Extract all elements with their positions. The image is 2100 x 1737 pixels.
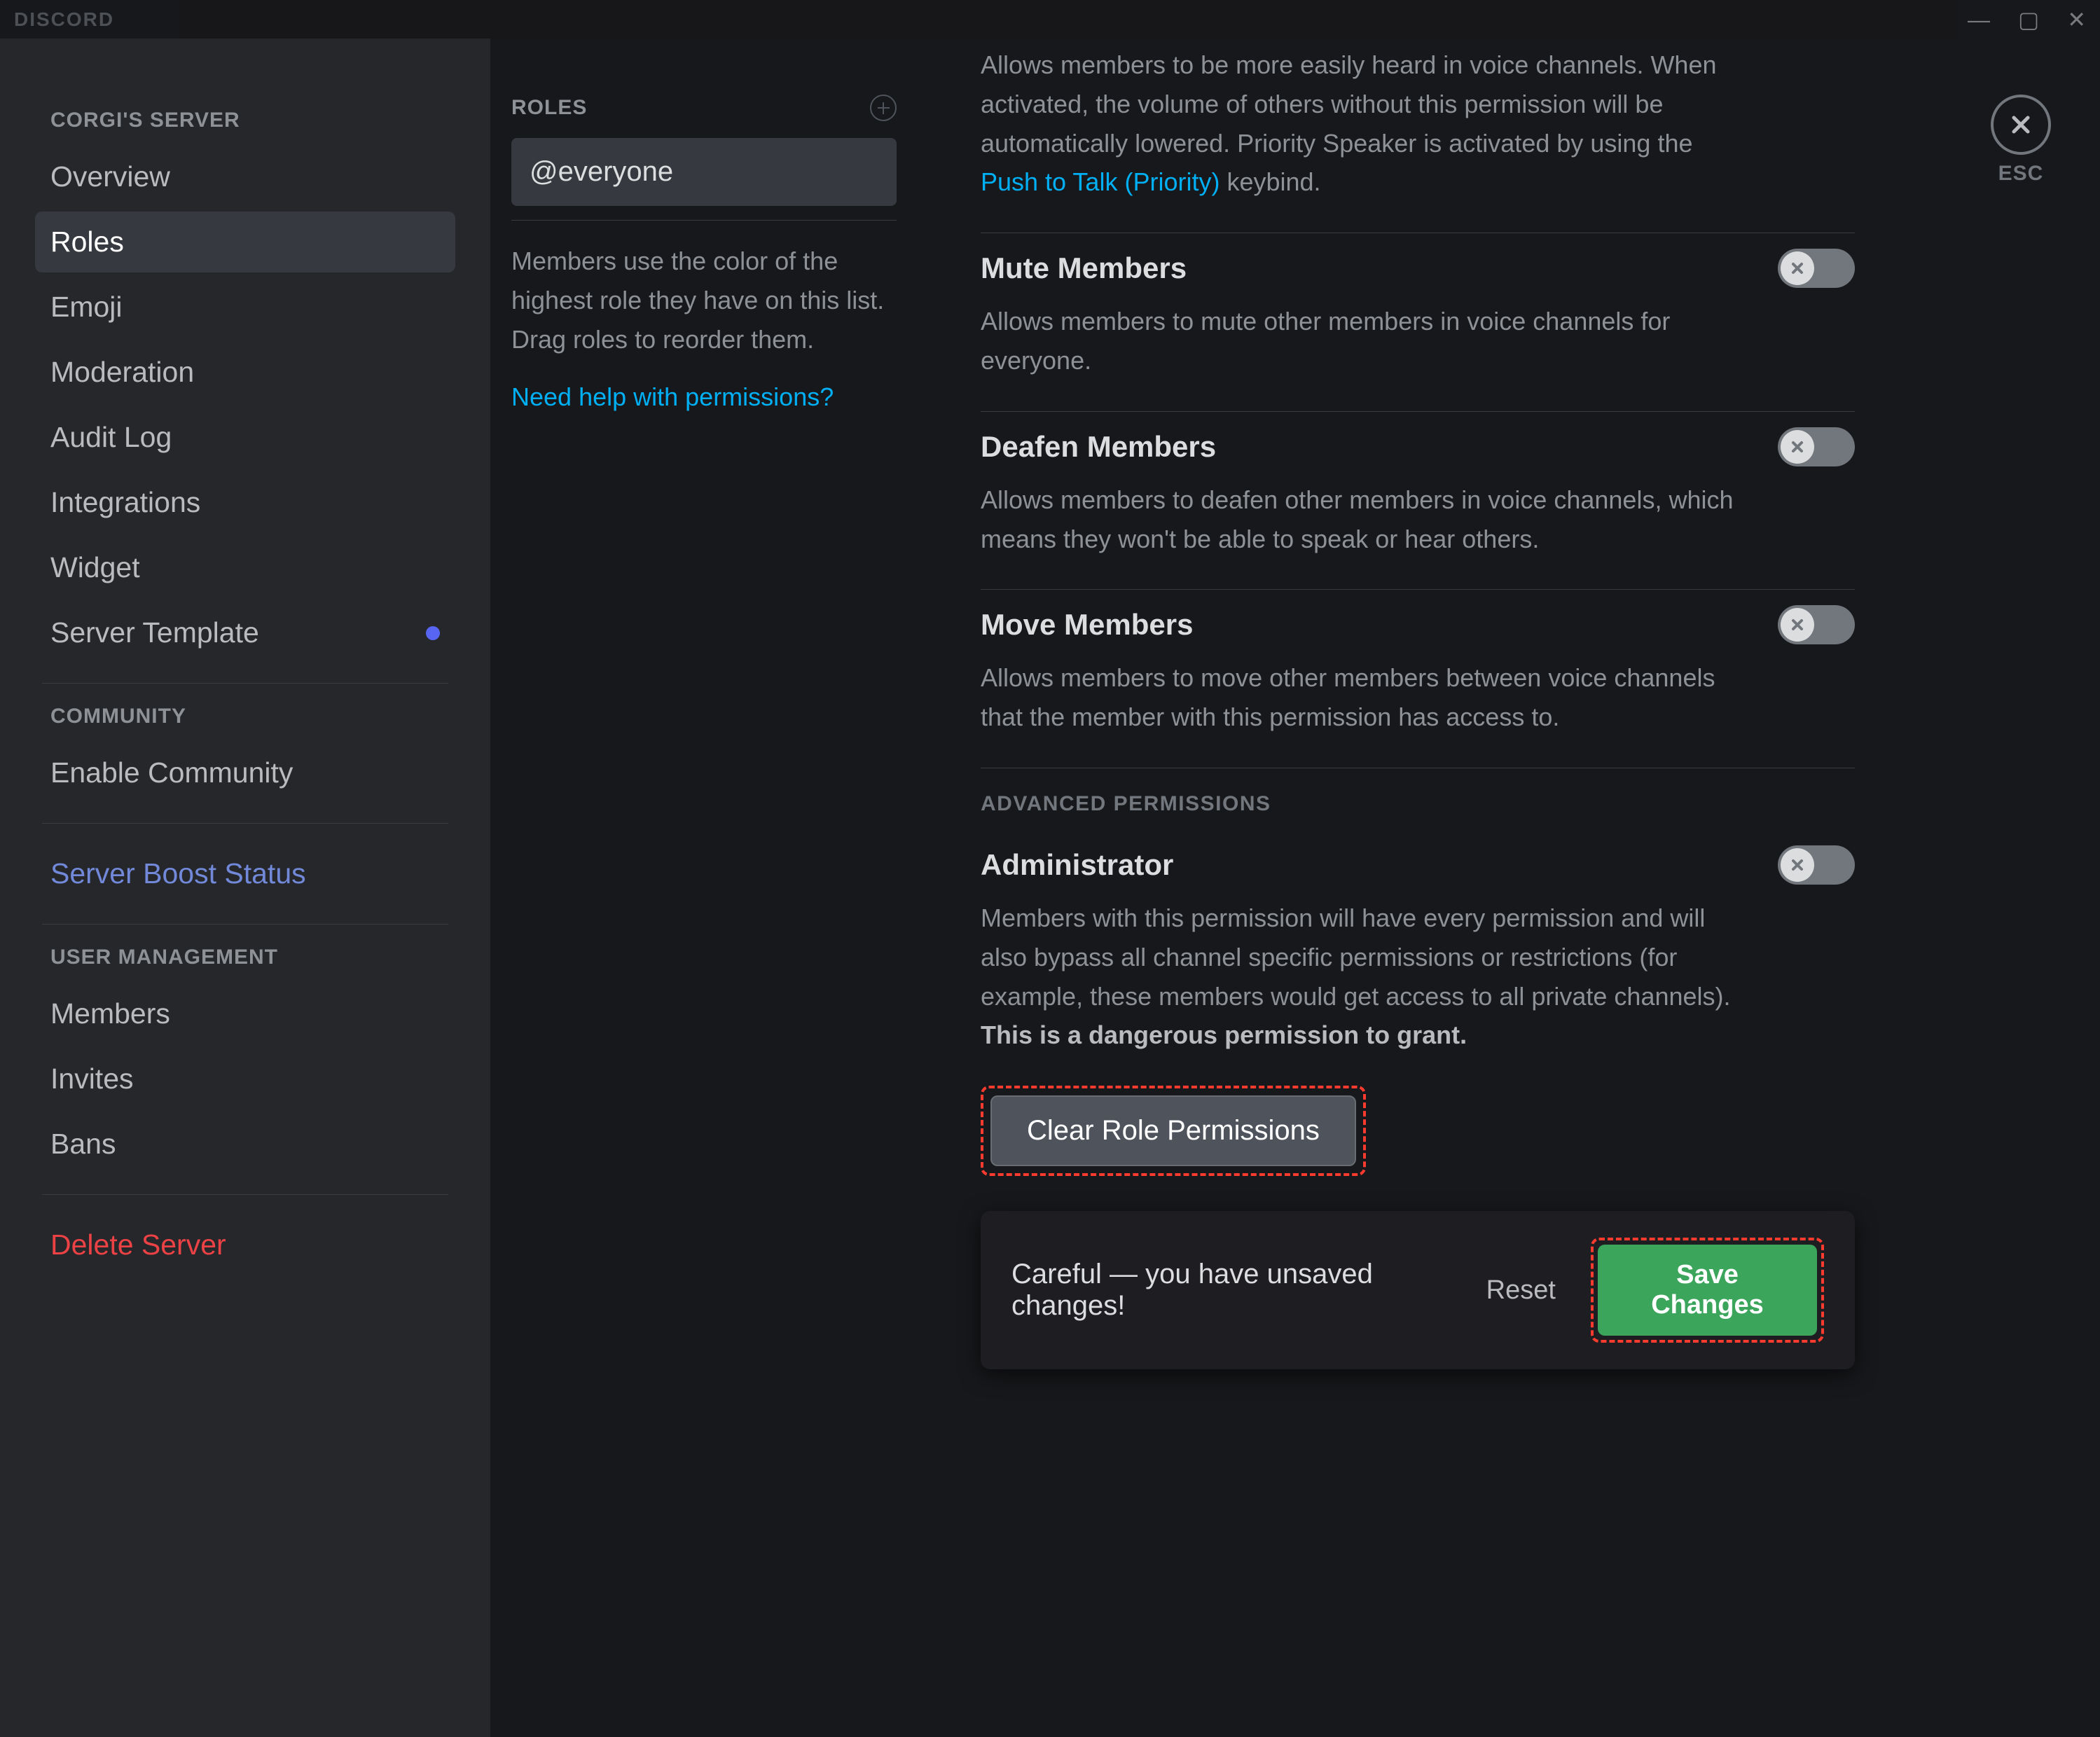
sidebar-item-invites[interactable]: Invites <box>35 1049 455 1109</box>
close-icon <box>2007 111 2035 139</box>
sidebar-item-roles[interactable]: Roles <box>35 212 455 272</box>
permission-title: Deafen Members <box>981 430 1216 464</box>
app-brand: DISCORD <box>14 8 114 31</box>
sidebar-item-moderation[interactable]: Moderation <box>35 342 455 403</box>
toggle-deafen-members[interactable] <box>1778 427 1855 466</box>
close-window-icon[interactable]: ✕ <box>2067 8 2086 31</box>
roles-header-label: ROLES <box>511 96 587 120</box>
permission-deafen-members: Deafen Members Allows members to deafen … <box>981 412 1855 590</box>
notification-dot-icon <box>426 626 440 640</box>
add-role-icon[interactable] <box>870 95 897 121</box>
permission-description: Members with this permission will have e… <box>981 899 1751 1055</box>
title-bar: DISCORD — ▢ ✕ <box>0 0 2100 39</box>
x-icon <box>1789 260 1806 277</box>
sidebar-item-label: Audit Log <box>50 421 172 454</box>
permission-title: Mute Members <box>981 251 1187 285</box>
sidebar-item-label: Overview <box>50 160 170 193</box>
button-label: Clear Role Permissions <box>1027 1115 1320 1146</box>
permission-title: Administrator <box>981 848 1173 882</box>
role-label: @everyone <box>530 156 673 187</box>
sidebar-item-bans[interactable]: Bans <box>35 1114 455 1175</box>
save-changes-button[interactable]: Save Changes <box>1598 1245 1817 1336</box>
sidebar-item-label: Delete Server <box>50 1229 226 1261</box>
close-settings[interactable]: ESC <box>1991 95 2051 186</box>
sidebar-item-label: Widget <box>50 551 140 584</box>
sidebar-item-label: Enable Community <box>50 756 293 789</box>
permission-mute-members: Mute Members Allows members to mute othe… <box>981 233 1855 412</box>
sidebar-item-label: Members <box>50 997 170 1030</box>
clear-role-permissions-button[interactable]: Clear Role Permissions <box>990 1095 1356 1166</box>
settings-sidebar: CORGI'S SERVER Overview Roles Emoji Mode… <box>0 39 490 1737</box>
sidebar-item-members[interactable]: Members <box>35 983 455 1044</box>
sidebar-section-user-management: USER MANAGEMENT <box>50 946 455 969</box>
sidebar-item-server-template[interactable]: Server Template <box>35 602 455 663</box>
highlight-save-changes: Save Changes <box>1591 1238 1824 1343</box>
sidebar-item-label: Bans <box>50 1128 116 1161</box>
permission-description: Allows members to deafen other members i… <box>981 480 1751 559</box>
close-label: ESC <box>1991 162 2051 186</box>
settings-layout: CORGI'S SERVER Overview Roles Emoji Mode… <box>0 39 2100 1737</box>
permissions-panel: ESC Allows members to be more easily hea… <box>932 39 2100 1737</box>
sidebar-item-label: Server Boost Status <box>50 857 306 890</box>
permission-administrator: Administrator Members with this permissi… <box>981 830 1855 1086</box>
permission-description: Allows members to mute other members in … <box>981 302 1751 380</box>
sidebar-section-server: CORGI'S SERVER <box>50 109 455 132</box>
toggle-knob <box>1781 848 1814 882</box>
window-controls: — ▢ ✕ <box>1968 8 2086 31</box>
unsaved-message: Careful — you have unsaved changes! <box>1011 1259 1451 1322</box>
toggle-knob <box>1781 251 1814 285</box>
sidebar-item-widget[interactable]: Widget <box>35 537 455 598</box>
roles-divider <box>511 220 897 221</box>
button-label: Save Changes <box>1651 1260 1763 1320</box>
toggle-knob <box>1781 430 1814 464</box>
sidebar-item-integrations[interactable]: Integrations <box>35 472 455 533</box>
desc-text: keybind. <box>1220 167 1320 196</box>
sidebar-divider <box>42 924 448 925</box>
toggle-knob <box>1781 608 1814 642</box>
minimize-icon[interactable]: — <box>1968 8 1990 31</box>
toggle-move-members[interactable] <box>1778 605 1855 644</box>
sidebar-item-delete-server[interactable]: Delete Server <box>35 1214 455 1275</box>
sidebar-item-overview[interactable]: Overview <box>35 146 455 207</box>
maximize-icon[interactable]: ▢ <box>2018 8 2039 31</box>
x-icon <box>1789 438 1806 455</box>
permission-priority-speaker: Allows members to be more easily heard i… <box>981 46 1855 233</box>
unsaved-changes-bar: Careful — you have unsaved changes! Rese… <box>981 1211 1855 1369</box>
desc-text: Members with this permission will have e… <box>981 904 1731 1011</box>
desc-text: Allows members to be more easily heard i… <box>981 50 1717 158</box>
permission-description: Allows members to move other members bet… <box>981 658 1751 737</box>
x-icon <box>1789 857 1806 873</box>
sidebar-item-label: Integrations <box>50 486 200 519</box>
reset-button[interactable]: Reset <box>1479 1268 1563 1313</box>
sidebar-divider <box>42 1194 448 1195</box>
permission-warning: This is a dangerous permission to grant. <box>981 1020 1467 1049</box>
sidebar-item-enable-community[interactable]: Enable Community <box>35 742 455 803</box>
sidebar-item-label: Server Template <box>50 616 259 649</box>
sidebar-divider <box>42 823 448 824</box>
toggle-mute-members[interactable] <box>1778 249 1855 288</box>
sidebar-divider <box>42 683 448 684</box>
priority-keybind-link[interactable]: Push to Talk (Priority) <box>981 167 1220 196</box>
sidebar-item-server-boost[interactable]: Server Boost Status <box>35 843 455 904</box>
toggle-administrator[interactable] <box>1778 845 1855 885</box>
roles-help-link[interactable]: Need help with permissions? <box>511 382 897 412</box>
sidebar-item-audit-log[interactable]: Audit Log <box>35 407 455 468</box>
roles-helper-text: Members use the color of the highest rol… <box>511 242 897 359</box>
permission-move-members: Move Members Allows members to move othe… <box>981 590 1855 768</box>
permission-title: Move Members <box>981 608 1193 642</box>
sidebar-item-label: Moderation <box>50 356 194 389</box>
sidebar-section-community: COMMUNITY <box>50 705 455 728</box>
sidebar-item-label: Emoji <box>50 291 123 324</box>
role-item-everyone[interactable]: @everyone <box>511 138 897 206</box>
advanced-permissions-heading: ADVANCED PERMISSIONS <box>981 792 1855 816</box>
highlight-clear-permissions: Clear Role Permissions <box>981 1086 1366 1176</box>
sidebar-item-label: Invites <box>50 1063 134 1095</box>
close-circle <box>1991 95 2051 155</box>
x-icon <box>1789 616 1806 633</box>
roles-column: ROLES @everyone Members use the color of… <box>490 39 932 1737</box>
sidebar-item-label: Roles <box>50 226 124 258</box>
permission-description: Allows members to be more easily heard i… <box>981 46 1751 202</box>
sidebar-item-emoji[interactable]: Emoji <box>35 277 455 338</box>
